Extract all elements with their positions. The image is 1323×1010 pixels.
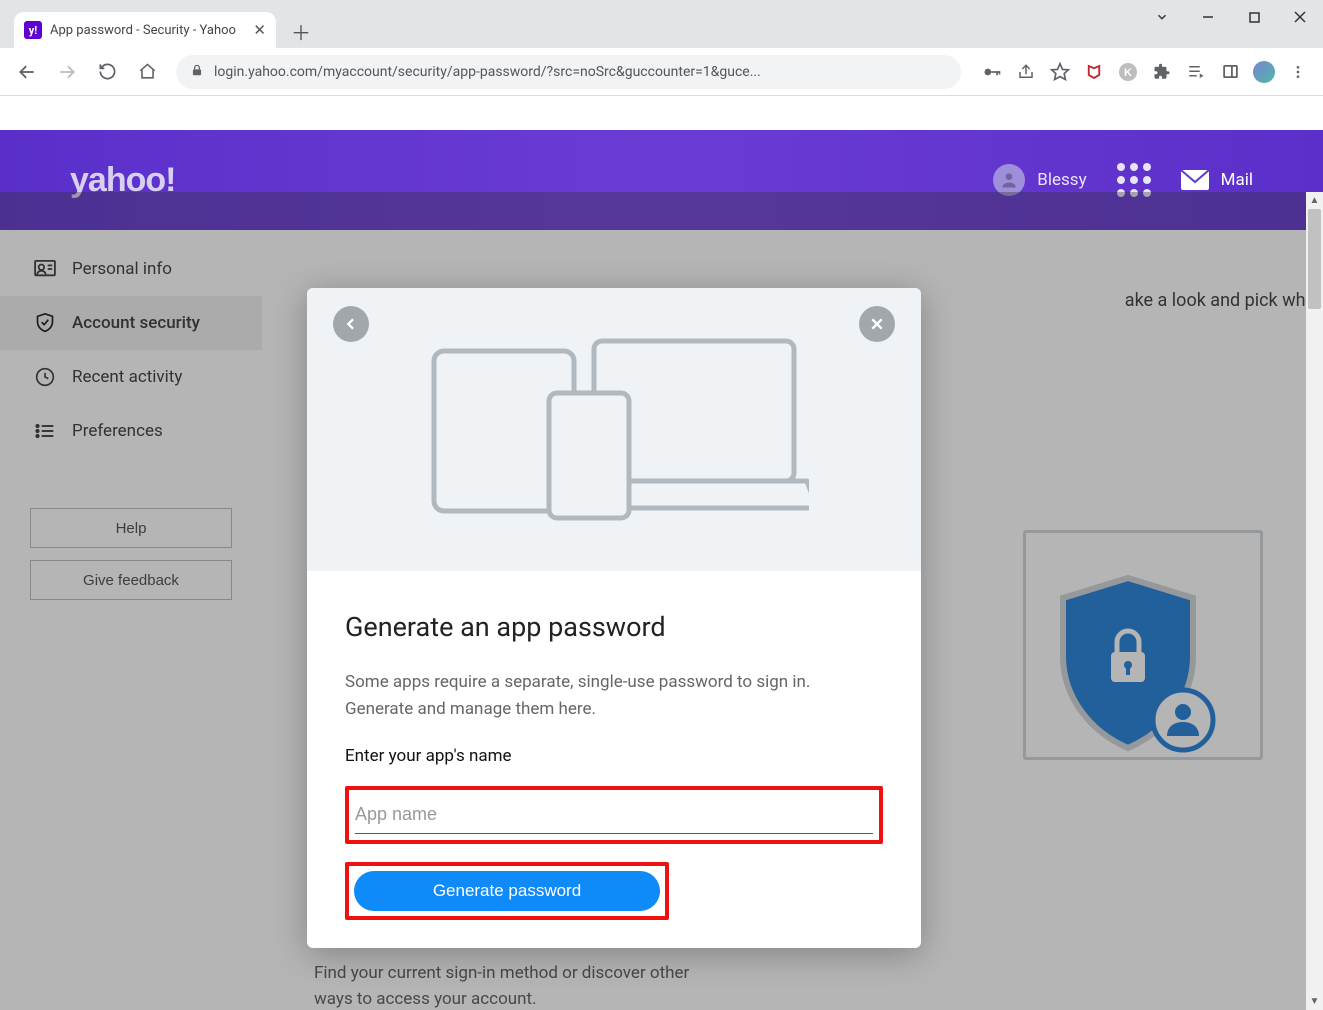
app-name-input-highlight (345, 786, 883, 844)
share-icon[interactable] (1011, 57, 1041, 87)
profile-avatar[interactable] (1249, 57, 1279, 87)
new-tab-button[interactable]: ＋ (286, 16, 316, 46)
shield-check-icon (34, 312, 56, 334)
side-panel-icon[interactable] (1215, 57, 1245, 87)
generate-password-button[interactable]: Generate password (354, 871, 660, 911)
mail-link[interactable]: Mail (1181, 170, 1253, 190)
chrome-menu-icon[interactable] (1283, 57, 1313, 87)
sidebar-item-label: Preferences (72, 421, 163, 441)
app-name-label: Enter your app's name (345, 746, 883, 766)
mail-label: Mail (1221, 170, 1253, 190)
sidebar-item-account-security[interactable]: Account security (0, 296, 262, 350)
lock-icon (190, 63, 204, 81)
modal-description: Some apps require a separate, single-use… (345, 669, 865, 722)
modal-close-button[interactable] (859, 306, 895, 342)
extensions-puzzle-icon[interactable] (1147, 57, 1177, 87)
tab-title: App password - Security - Yahoo (50, 23, 245, 38)
modal-title: Generate an app password (345, 611, 883, 643)
apps-grid-icon[interactable] (1117, 163, 1151, 197)
page-viewport: yahoo! Blessy Mail Personal info (0, 96, 1323, 1010)
sidebar-item-recent-activity[interactable]: Recent activity (0, 350, 262, 404)
minimize-button[interactable] (1185, 0, 1231, 34)
clock-icon (34, 366, 56, 388)
browser-tab[interactable]: y! App password - Security - Yahoo ✕ (14, 12, 276, 48)
close-tab-icon[interactable]: ✕ (253, 21, 266, 39)
scrollbar-thumb[interactable] (1308, 209, 1321, 309)
app-name-input[interactable] (355, 796, 873, 834)
shield-lock-icon (1053, 570, 1223, 764)
user-name: Blessy (1037, 170, 1086, 190)
sidebar-item-preferences[interactable]: Preferences (0, 404, 262, 458)
yahoo-favicon-icon: y! (24, 21, 42, 39)
mail-icon (1181, 170, 1209, 190)
tab-search-button[interactable] (1139, 0, 1185, 34)
svg-text:K: K (1124, 67, 1132, 79)
password-key-icon[interactable] (977, 57, 1007, 87)
app-password-modal: Generate an app password Some apps requi… (307, 288, 921, 948)
id-card-icon (34, 258, 56, 280)
maximize-button[interactable] (1231, 0, 1277, 34)
bookmark-star-icon[interactable] (1045, 57, 1075, 87)
help-button[interactable]: Help (30, 508, 232, 548)
scroll-up-arrow-icon[interactable]: ▲ (1306, 192, 1323, 209)
url-text: login.yahoo.com/myaccount/security/app-p… (214, 64, 761, 80)
sidebar-item-label: Personal info (72, 259, 172, 279)
extension-k-icon[interactable]: K (1113, 57, 1143, 87)
avatar-icon (993, 164, 1025, 196)
sidebar: Personal info Account security Recent ac… (0, 230, 262, 1010)
profile-menu[interactable]: Blessy (993, 164, 1086, 196)
address-bar[interactable]: login.yahoo.com/myaccount/security/app-p… (176, 55, 961, 89)
site-header: yahoo! Blessy Mail (0, 130, 1323, 230)
generate-button-highlight: Generate password (345, 862, 669, 920)
vertical-scrollbar[interactable]: ▲ ▼ (1306, 192, 1323, 1010)
forward-button[interactable] (50, 55, 84, 89)
list-icon (34, 420, 56, 442)
sidebar-item-personal-info[interactable]: Personal info (0, 242, 262, 296)
browser-toolbar: login.yahoo.com/myaccount/security/app-p… (0, 48, 1323, 96)
window-controls (1139, 0, 1323, 34)
modal-header (307, 288, 921, 571)
mcafee-extension-icon[interactable] (1079, 57, 1109, 87)
scroll-down-arrow-icon[interactable]: ▼ (1306, 993, 1323, 1010)
section-description: Find your current sign-in method or disc… (314, 961, 694, 1010)
modal-back-button[interactable] (333, 306, 369, 342)
back-button[interactable] (10, 55, 44, 89)
background-text: ake a look and pick what's (1125, 290, 1323, 311)
reload-button[interactable] (90, 55, 124, 89)
home-button[interactable] (130, 55, 164, 89)
sidebar-item-label: Account security (72, 313, 200, 333)
sidebar-item-label: Recent activity (72, 367, 182, 387)
devices-illustration-icon (419, 333, 809, 527)
media-control-icon[interactable] (1181, 57, 1211, 87)
window-titlebar: y! App password - Security - Yahoo ✕ ＋ (0, 0, 1323, 48)
feedback-button[interactable]: Give feedback (30, 560, 232, 600)
window-close-button[interactable] (1277, 0, 1323, 34)
yahoo-logo[interactable]: yahoo! (70, 161, 175, 200)
